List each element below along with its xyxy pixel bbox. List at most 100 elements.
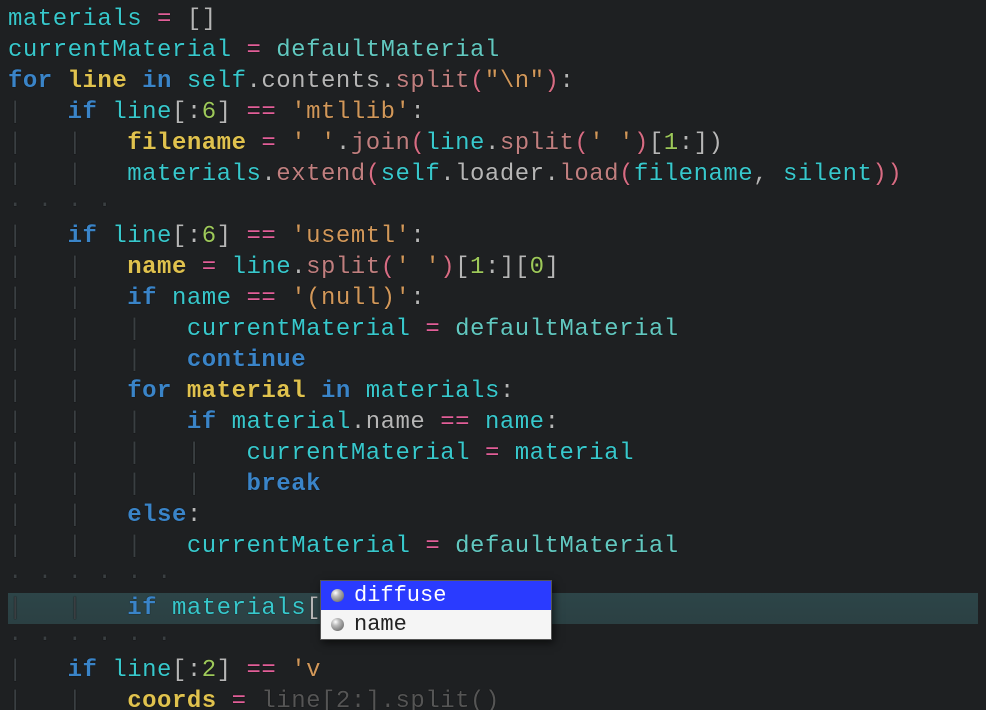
code-line[interactable]: | | | currentMaterial = defaultMaterial <box>8 531 978 562</box>
code-token: : <box>410 99 425 126</box>
code-token: = <box>232 688 247 710</box>
code-token: extend <box>276 161 365 188</box>
autocomplete-label: diffuse <box>354 583 446 608</box>
code-token: loader <box>455 161 544 188</box>
code-token: == <box>246 99 276 126</box>
code-token: split <box>396 688 471 710</box>
code-token <box>157 285 172 312</box>
code-token <box>97 657 112 684</box>
code-line[interactable]: | | name = line.split(' ')[1:][0] <box>8 252 978 283</box>
code-line[interactable]: | | | if material.name == name: <box>8 407 978 438</box>
code-token: in <box>321 378 351 405</box>
code-token: ( <box>470 68 485 95</box>
code-line[interactable]: | | | | break <box>8 469 978 500</box>
code-token: ] <box>217 99 232 126</box>
code-token: "\n" <box>485 68 545 95</box>
code-token: if <box>127 595 157 622</box>
code-token <box>261 37 276 64</box>
code-line[interactable]: | if line[:6] == 'usemtl': <box>8 221 978 252</box>
autocomplete-item-name[interactable]: name <box>321 610 551 639</box>
code-token: if <box>68 223 98 250</box>
code-token: . <box>336 130 351 157</box>
code-token: ) <box>485 688 500 710</box>
property-icon <box>331 589 344 602</box>
code-token: 6 <box>202 223 217 250</box>
code-token <box>276 657 291 684</box>
code-token: for <box>127 378 172 405</box>
code-token <box>217 254 232 281</box>
code-token <box>440 316 455 343</box>
code-token: currentMaterial <box>187 316 411 343</box>
code-token: currentMaterial <box>187 533 411 560</box>
code-token: split <box>306 254 381 281</box>
code-token: line <box>112 223 172 250</box>
code-token: if <box>68 99 98 126</box>
code-line[interactable]: | | coords = line[2:].split() <box>8 686 978 710</box>
code-token: name <box>366 409 426 436</box>
code-token: defaultMaterial <box>455 533 679 560</box>
autocomplete-popup[interactable]: diffuse name <box>320 580 552 640</box>
code-token <box>470 409 485 436</box>
code-token <box>142 6 157 33</box>
code-token: 0 <box>530 254 545 281</box>
code-line[interactable]: | | else: <box>8 500 978 531</box>
code-token <box>246 688 261 710</box>
code-token: [: <box>172 223 202 250</box>
code-line[interactable]: for line in self.contents.split("\n"): <box>8 66 978 97</box>
code-token: materials <box>8 6 142 33</box>
code-line[interactable]: | if line[:2] == 'v <box>8 655 978 686</box>
code-token: materials <box>127 161 261 188</box>
code-token: materials <box>172 595 306 622</box>
code-token <box>97 99 112 126</box>
code-token: filename <box>127 130 246 157</box>
code-token: : <box>410 285 425 312</box>
code-line[interactable]: | | for material in materials: <box>8 376 978 407</box>
code-line[interactable]: · · · · <box>8 190 978 221</box>
code-token <box>500 440 515 467</box>
code-line[interactable]: | | if name == '(null)': <box>8 283 978 314</box>
code-token: silent <box>783 161 872 188</box>
code-token: materials <box>366 378 500 405</box>
code-token: filename <box>634 161 753 188</box>
code-line[interactable]: materials = [] <box>8 4 978 35</box>
code-line[interactable]: | if line[:6] == 'mtllib': <box>8 97 978 128</box>
code-token <box>187 254 202 281</box>
code-token <box>276 285 291 312</box>
code-token: [: <box>172 657 202 684</box>
code-token: 1 <box>470 254 485 281</box>
code-line[interactable]: | | | continue <box>8 345 978 376</box>
code-token: : <box>545 409 560 436</box>
code-line[interactable]: | | filename = ' '.join(line.split(' ')[… <box>8 128 978 159</box>
code-token <box>425 409 440 436</box>
code-token: ' ' <box>291 130 336 157</box>
code-token: line <box>261 688 321 710</box>
code-token: [ <box>321 688 336 710</box>
code-token: == <box>246 285 276 312</box>
code-line[interactable]: currentMaterial = defaultMaterial <box>8 35 978 66</box>
code-token: : <box>187 502 202 529</box>
code-token: else <box>127 502 187 529</box>
code-token <box>276 130 291 157</box>
code-token: = <box>425 316 440 343</box>
code-token: )) <box>872 161 902 188</box>
code-token: name <box>485 409 545 436</box>
code-token: load <box>559 161 619 188</box>
code-token: . <box>351 409 366 436</box>
code-token: continue <box>187 347 306 374</box>
code-token: ( <box>619 161 634 188</box>
code-token: :]) <box>679 130 724 157</box>
autocomplete-item-diffuse[interactable]: diffuse <box>321 581 551 610</box>
code-token: . <box>381 68 396 95</box>
code-token: coords <box>127 688 216 710</box>
code-token: [] <box>172 6 217 33</box>
code-token <box>157 595 172 622</box>
code-token: '(null)' <box>291 285 410 312</box>
code-token: = <box>261 130 276 157</box>
code-line[interactable]: | | materials.extend(self.loader.load(fi… <box>8 159 978 190</box>
code-token: if <box>68 657 98 684</box>
code-line[interactable]: | | | | currentMaterial = material <box>8 438 978 469</box>
code-token: material <box>515 440 634 467</box>
code-token: . <box>291 254 306 281</box>
code-line[interactable]: | | | currentMaterial = defaultMaterial <box>8 314 978 345</box>
code-token: = <box>425 533 440 560</box>
